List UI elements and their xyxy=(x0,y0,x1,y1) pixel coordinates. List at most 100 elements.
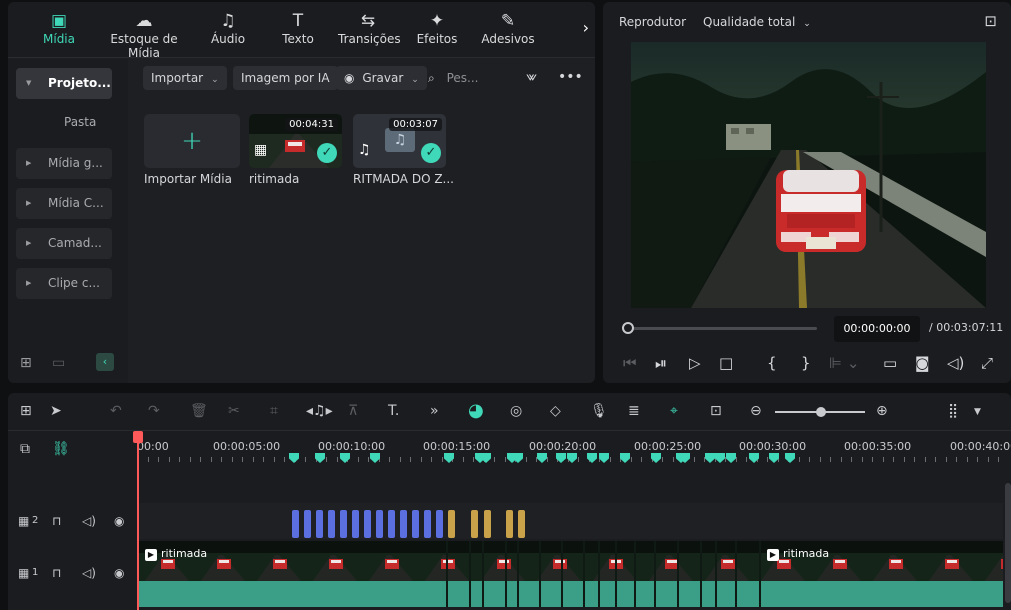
more-options-icon[interactable]: ••• xyxy=(558,69,583,85)
beat-clip[interactable] xyxy=(376,510,383,538)
beat-clip[interactable] xyxy=(412,510,419,538)
speed-ramp-icon[interactable]: ⊼ xyxy=(348,403,358,419)
beat-clip[interactable] xyxy=(340,510,347,538)
beat-marker[interactable] xyxy=(726,453,736,463)
crop-icon[interactable]: ⌗ xyxy=(270,403,278,419)
audio-beat-icon[interactable]: ◂♫▸ xyxy=(306,403,333,419)
redo-icon[interactable]: ↷ xyxy=(148,403,160,419)
lock-icon[interactable]: ⊓ xyxy=(52,514,61,528)
ai-assistant-icon[interactable]: ◕ xyxy=(468,400,484,421)
sidebar-item-project[interactable]: ▼ Projeto... xyxy=(16,68,112,99)
beat-marker[interactable] xyxy=(785,453,795,463)
beat-clip[interactable] xyxy=(388,510,395,538)
import-button[interactable]: Importar ⌄ xyxy=(143,66,227,90)
more-tools-icon[interactable]: » xyxy=(430,403,439,419)
beat-clip[interactable] xyxy=(518,510,525,538)
playhead[interactable] xyxy=(137,431,139,610)
select-arrow-icon[interactable]: ➤ xyxy=(50,403,62,419)
tab-text[interactable]: T Texto xyxy=(278,10,318,56)
sidebar-item-cloud-media[interactable]: ▶ Mídia C... xyxy=(16,188,112,219)
layout-grid-icon[interactable]: ⊞ xyxy=(20,403,32,419)
tab-transitions[interactable]: ⇆ Transições xyxy=(338,10,401,56)
track-1[interactable]: ▶ ritimada ▶ ritimada xyxy=(137,541,1003,607)
beat-clip[interactable] xyxy=(436,510,443,538)
beat-marker[interactable] xyxy=(289,453,299,463)
beat-marker[interactable] xyxy=(599,453,609,463)
import-media-card[interactable]: + xyxy=(144,114,240,168)
lock-icon[interactable]: ⊓ xyxy=(52,566,61,580)
beat-clip[interactable] xyxy=(328,510,335,538)
delete-icon[interactable]: 🗑 xyxy=(190,403,208,419)
tab-stickers[interactable]: ✎ Adesivos xyxy=(480,10,536,56)
beat-marker[interactable] xyxy=(715,453,725,463)
track-2[interactable] xyxy=(137,503,1003,539)
mark-out-icon[interactable]: } xyxy=(801,354,811,372)
text-tool-icon[interactable]: T. xyxy=(388,403,399,419)
beat-clip[interactable] xyxy=(400,510,407,538)
eye-icon[interactable]: ◉ xyxy=(114,566,124,580)
snapshot-camera-icon[interactable]: ◙ xyxy=(915,354,930,372)
beat-marker[interactable] xyxy=(705,453,715,463)
ai-image-button[interactable]: Imagem por IA xyxy=(233,66,338,90)
scrubber-knob[interactable] xyxy=(622,322,634,334)
fullscreen-icon[interactable]: ⤢ xyxy=(981,354,993,372)
tab-media[interactable]: ▣ Mídia xyxy=(38,10,80,56)
tabs-more-arrow-icon[interactable]: › xyxy=(583,18,589,37)
beat-marker[interactable] xyxy=(620,453,630,463)
zoom-in-icon[interactable]: ⊕ xyxy=(876,403,888,419)
zoom-out-icon[interactable]: ⊖ xyxy=(750,403,762,419)
folder-icon[interactable]: ▭ xyxy=(52,355,65,371)
new-folder-icon[interactable]: ⊞ xyxy=(20,355,32,371)
beat-clip[interactable] xyxy=(364,510,371,538)
auto-reframe-icon[interactable]: ◎ xyxy=(510,403,522,419)
volume-icon[interactable]: ◁) xyxy=(947,354,964,372)
display-settings-icon[interactable]: ▭ xyxy=(883,354,897,372)
snap-icon[interactable]: ⌖ xyxy=(670,403,678,419)
clip-filmstrip[interactable] xyxy=(137,541,1003,581)
playback-scrubber[interactable] xyxy=(622,322,817,334)
beat-clip[interactable] xyxy=(448,510,455,538)
undo-icon[interactable]: ↶ xyxy=(110,403,122,419)
mark-in-icon[interactable]: { xyxy=(767,354,777,372)
link-icon[interactable]: ⛓ xyxy=(52,441,70,457)
marker-icon[interactable]: ◇ xyxy=(550,403,561,419)
speaker-icon[interactable]: ◁) xyxy=(82,566,96,580)
play-reverse-icon[interactable]: ⏯ xyxy=(655,354,667,372)
chevron-down-icon[interactable]: ▼ xyxy=(974,407,981,417)
beat-clip[interactable] xyxy=(471,510,478,538)
eye-icon[interactable]: ◉ xyxy=(114,514,124,528)
track-layout-icon[interactable]: ⣿ xyxy=(948,403,958,419)
tab-effects[interactable]: ✦ Efeitos xyxy=(414,10,460,56)
sidebar-item-compound-clip[interactable]: ▶ Clipe c... xyxy=(16,268,112,299)
record-button[interactable]: ◉ Gravar ⌄ xyxy=(336,66,427,90)
beat-clip[interactable] xyxy=(484,510,491,538)
media-clip-video[interactable]: 00:04:31 ▦ ✓ xyxy=(249,114,342,168)
cut-scissors-icon[interactable]: ✂ xyxy=(228,403,240,419)
fit-timeline-icon[interactable]: ⊡ xyxy=(710,403,722,419)
beat-marker[interactable] xyxy=(481,453,491,463)
quality-select[interactable]: Qualidade total ⌄ xyxy=(697,11,817,33)
stop-icon[interactable]: □ xyxy=(719,354,733,372)
media-search[interactable]: ⌕ Pes... xyxy=(428,66,478,90)
beat-clip[interactable] xyxy=(506,510,513,538)
zoom-slider[interactable] xyxy=(775,407,865,417)
insert-clip-icon[interactable]: ⊫ ⌄ xyxy=(829,354,859,372)
beat-marker[interactable] xyxy=(537,453,547,463)
sidebar-item-global-media[interactable]: ▶ Mídia g... xyxy=(16,148,112,179)
sidebar-item-layers[interactable]: ▶ Camad... xyxy=(16,228,112,259)
playhead-handle[interactable] xyxy=(133,431,143,443)
beat-clip[interactable] xyxy=(424,510,431,538)
speaker-icon[interactable]: ◁) xyxy=(82,514,96,528)
tab-stock-media[interactable]: ☁ Estoque de Mídia xyxy=(96,10,192,60)
previous-frame-icon[interactable]: ⏮ xyxy=(623,354,637,372)
timeline-ruler[interactable]: 00:00 00:00:05:00 00:00:10:00 00:00:15:0… xyxy=(137,431,1011,463)
microphone-icon[interactable]: 🎙 xyxy=(590,403,608,419)
zoom-slider-knob[interactable] xyxy=(816,407,826,417)
beat-clip[interactable] xyxy=(316,510,323,538)
sidebar-item-folder[interactable]: Pasta xyxy=(64,115,96,129)
filter-icon[interactable]: ⩖ xyxy=(526,69,537,85)
beat-clip[interactable] xyxy=(292,510,299,538)
search-input[interactable]: Pes... xyxy=(447,71,479,85)
media-clip-audio[interactable]: ♫ 00:03:07 ♫ ✓ xyxy=(353,114,446,168)
audio-sync-icon[interactable]: ≣ xyxy=(628,403,640,419)
